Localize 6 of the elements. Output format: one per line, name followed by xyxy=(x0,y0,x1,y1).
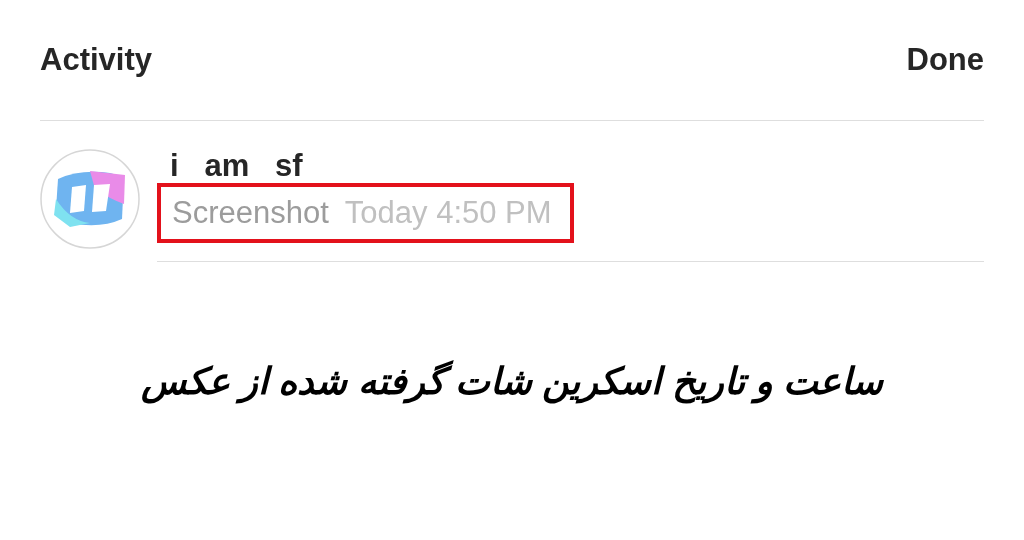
activity-time: Today 4:50 PM xyxy=(344,195,552,231)
username: i am sf xyxy=(170,149,303,183)
done-button[interactable]: Done xyxy=(906,42,984,78)
activity-type: Screenshot xyxy=(172,195,329,231)
page-title: Activity xyxy=(40,42,152,78)
caption-text: ساعت و تاریخ اسکرین شات گرفته شده از عکس xyxy=(140,361,884,402)
